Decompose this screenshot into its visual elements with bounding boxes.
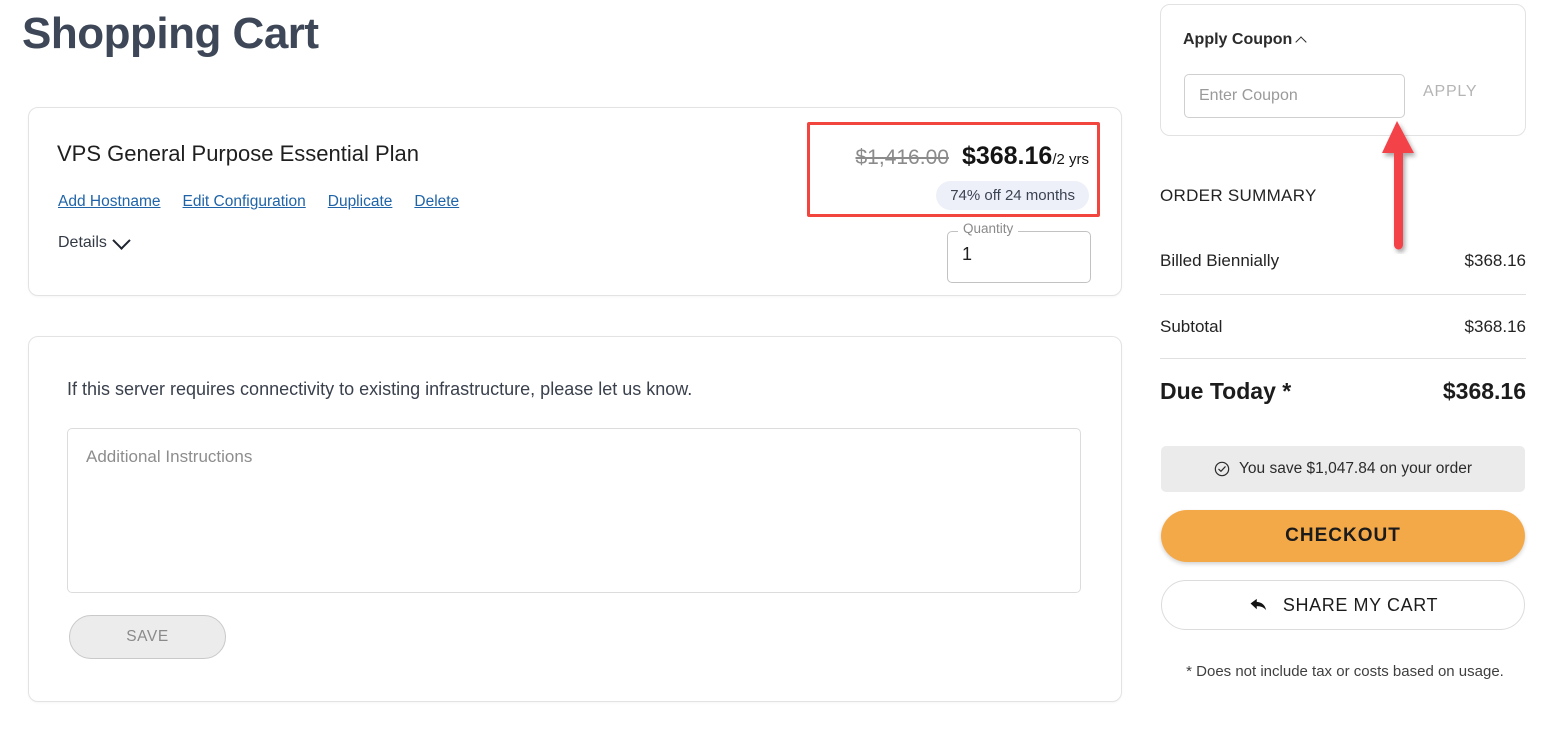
price-term: /2 yrs xyxy=(1052,151,1089,168)
product-name: VPS General Purpose Essential Plan xyxy=(57,141,419,166)
price-highlight-annotation: $1,416.00 $368.16/2 yrs 74% off 24 month… xyxy=(807,122,1100,217)
summary-divider-2 xyxy=(1160,358,1526,359)
cart-item-card: VPS General Purpose Essential Plan Add H… xyxy=(28,107,1122,296)
summary-row-subtotal: Subtotal $368.16 xyxy=(1160,317,1526,337)
savings-text: You save $1,047.84 on your order xyxy=(1239,460,1472,477)
additional-instructions-placeholder: Additional Instructions xyxy=(86,447,253,466)
delete-link[interactable]: Delete xyxy=(414,193,459,211)
current-price: $368.16 xyxy=(961,142,1053,170)
add-hostname-link[interactable]: Add Hostname xyxy=(58,193,161,211)
quantity-value[interactable]: 1 xyxy=(962,244,972,265)
savings-banner: You save $1,047.84 on your order xyxy=(1161,446,1525,492)
checkout-button[interactable]: CHECKOUT xyxy=(1161,510,1525,562)
summary-row-billed-value: $368.16 xyxy=(1464,251,1526,270)
share-my-cart-button[interactable]: SHARE MY CART xyxy=(1161,580,1525,630)
due-today-label: Due Today * xyxy=(1160,378,1292,404)
duplicate-link[interactable]: Duplicate xyxy=(328,193,393,211)
quantity-label: Quantity xyxy=(958,222,1019,236)
additional-instructions-input[interactable]: Additional Instructions xyxy=(67,428,1081,593)
original-price: $1,416.00 xyxy=(855,146,949,169)
save-button[interactable]: SAVE xyxy=(69,615,226,659)
annotation-arrow-icon xyxy=(1382,121,1414,250)
product-action-links: Add Hostname Edit Configuration Duplicat… xyxy=(58,193,459,211)
details-toggle[interactable]: Details xyxy=(58,230,131,252)
summary-row-billed: Billed Biennially $368.16 xyxy=(1160,251,1526,271)
apply-coupon-toggle[interactable]: Apply Coupon xyxy=(1183,31,1307,49)
summary-divider-1 xyxy=(1160,294,1526,295)
shopping-cart-page: Shopping Cart VPS General Purpose Essent… xyxy=(0,0,1558,739)
page-title: Shopping Cart xyxy=(22,9,319,58)
apply-coupon-button[interactable]: APPLY xyxy=(1423,83,1477,101)
summary-row-billed-label: Billed Biennially xyxy=(1160,251,1280,270)
details-label: Details xyxy=(58,234,107,251)
share-my-cart-label: SHARE MY CART xyxy=(1282,594,1439,615)
quantity-field[interactable]: Quantity 1 xyxy=(947,222,1091,283)
check-circle-icon xyxy=(1214,461,1230,477)
chevron-up-icon xyxy=(1295,36,1307,48)
apply-coupon-label: Apply Coupon xyxy=(1183,31,1293,48)
discount-badge: 74% off 24 months xyxy=(936,181,1089,210)
instructions-note: If this server requires connectivity to … xyxy=(67,379,693,399)
coupon-input[interactable] xyxy=(1184,74,1405,118)
order-summary-heading: ORDER SUMMARY xyxy=(1160,186,1317,205)
summary-row-due-today: Due Today * $368.16 xyxy=(1160,378,1526,405)
due-today-value: $368.16 xyxy=(1442,378,1526,404)
share-arrow-icon xyxy=(1250,598,1267,611)
summary-row-subtotal-label: Subtotal xyxy=(1160,317,1223,336)
tax-footnote: * Does not include tax or costs based on… xyxy=(1186,663,1504,680)
apply-coupon-card: Apply Coupon APPLY xyxy=(1160,4,1526,136)
edit-configuration-link[interactable]: Edit Configuration xyxy=(183,193,306,211)
additional-instructions-card: If this server requires connectivity to … xyxy=(28,336,1122,702)
summary-row-subtotal-value: $368.16 xyxy=(1464,317,1526,336)
chevron-down-icon xyxy=(112,230,131,250)
cart-main-column: Shopping Cart VPS General Purpose Essent… xyxy=(0,0,1140,702)
price-row: $1,416.00 $368.16/2 yrs xyxy=(856,142,1090,171)
